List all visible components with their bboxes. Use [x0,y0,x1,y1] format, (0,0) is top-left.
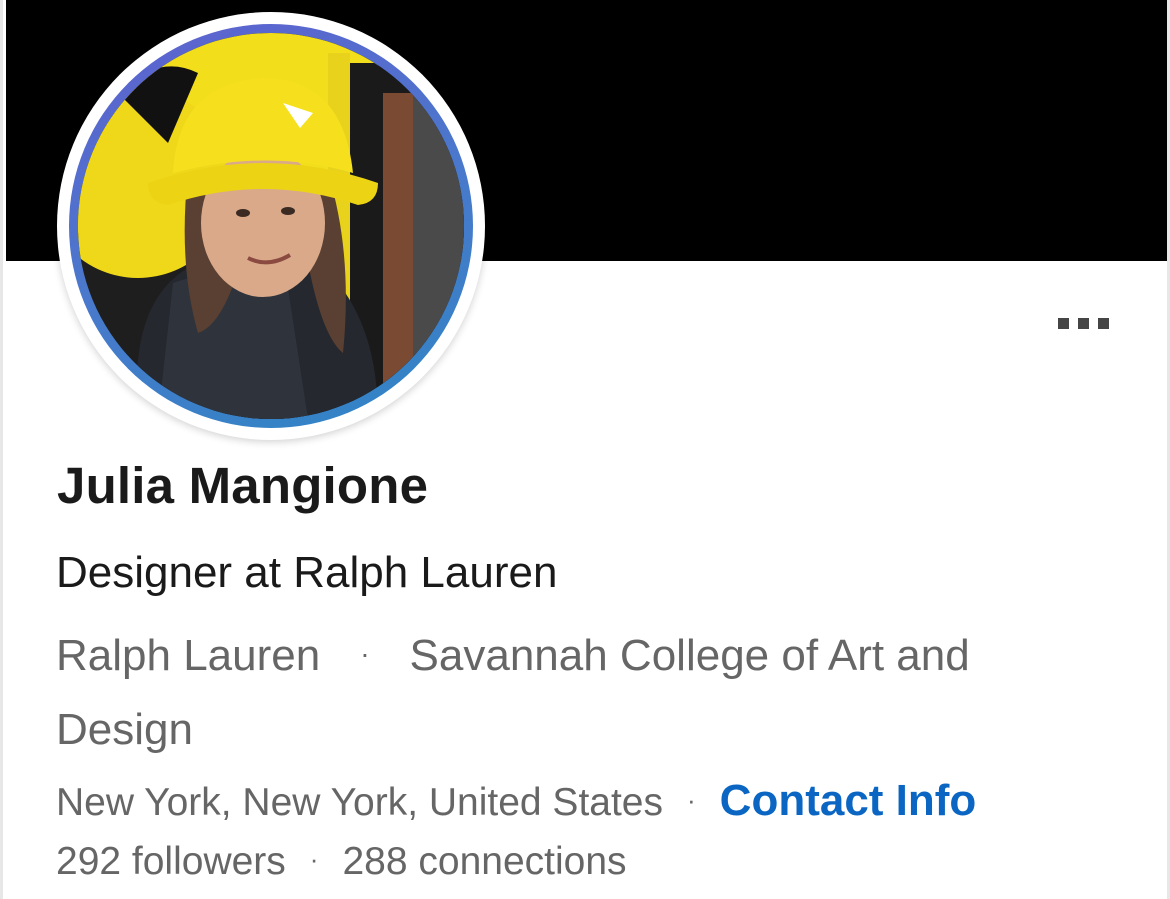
followers-count[interactable]: 292 followers [56,840,286,884]
connections-count[interactable]: 288 connections [342,840,626,884]
profile-card: Julia Mangione Designer at Ralph Lauren … [0,0,1170,899]
profile-location: New York, New York, United States [56,781,663,824]
profile-photo-illustration [78,33,464,419]
more-horizontal-icon [1057,317,1069,329]
separator-dot: · [309,844,319,874]
avatar-story-ring [69,24,473,428]
separator-dot: · [360,638,370,670]
profile-photo [78,33,464,419]
more-horizontal-icon-dot [1077,317,1089,329]
profile-name: Julia Mangione [57,457,429,514]
more-horizontal-icon-dot [1097,317,1109,329]
profile-organizations: Ralph Lauren · Savannah College of Art and… [56,620,1116,766]
network-stats-row: 292 followers · 288 connections [56,840,627,884]
more-options-button[interactable] [1043,306,1123,340]
separator-dot: · [687,785,696,815]
avatar[interactable] [57,12,485,440]
location-row: New York, New York, United States · Cont… [56,776,976,826]
company-link[interactable]: Ralph Lauren [56,631,320,680]
profile-headline: Designer at Ralph Lauren [56,548,558,597]
contact-info-link[interactable]: Contact Info [720,776,977,826]
